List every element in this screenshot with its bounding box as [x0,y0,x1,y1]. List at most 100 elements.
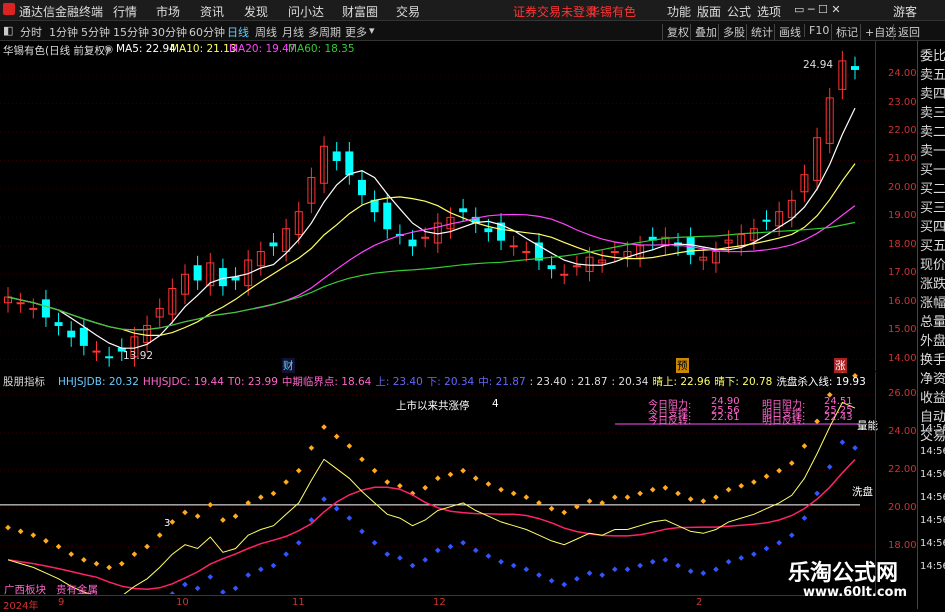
tab-period-more[interactable]: 更多 [345,24,367,40]
collapse-icon[interactable]: ◧ [3,24,13,37]
channel-upper-dot [738,483,745,489]
side-panel-label: 卖四 [920,87,945,102]
channel-lower-dot [258,566,264,573]
menu-item-layout[interactable]: 版面 [697,3,721,20]
channel-lower-dot [333,505,340,512]
indicator-tick-label: 18.00 [888,539,917,551]
channel-lower-dot [283,551,289,557]
tab-period-intraday[interactable]: 分时 [20,24,42,40]
channel-lower-dot [662,557,669,563]
menu-item-news[interactable]: 资讯 [200,3,224,20]
event-marker-rise[interactable]: 涨 [834,358,847,373]
menu-item-quotes[interactable]: 行情 [113,3,137,20]
channel-upper-dot [839,372,846,373]
channel-upper-dot [397,483,403,489]
legend-ma5: MA5: 22.94 [116,43,176,55]
chevron-down-icon[interactable]: ▾ [369,24,375,37]
window-controls-icon[interactable]: ▭ ─ ☐ ✕ [794,3,841,16]
tab-period-1min[interactable]: 1分钟 [49,24,78,40]
candle-body [67,330,76,338]
legend-ma60: MA60: 18.35 [288,43,355,55]
menu-item-wealth[interactable]: 财富圈 [342,3,378,20]
channel-upper-dot [295,467,302,474]
price-tick-label: 22.00 [888,125,917,137]
tab-period-30min[interactable]: 30分钟 [151,24,187,40]
channel-upper-dot [649,486,656,493]
adjust-button[interactable]: 复权 [662,24,689,40]
trade-login-warning[interactable]: 证券交易未登录 [513,3,597,20]
tab-period-monthly[interactable]: 月线 [282,24,304,40]
channel-lower-dot [498,558,504,565]
price-axis: 24.00 23.00 22.00 21.00 20.00 19.00 18.00 17.00… [875,41,918,371]
side-time-label: 14:56 [920,561,945,572]
menu-item-formula[interactable]: 公式 [727,3,751,20]
channel-lower-dot [675,562,681,569]
channel-lower-dot [359,528,365,535]
high-price-annotation: 24.94 [803,59,834,71]
channel-lower-dot [801,515,808,521]
multi-stock-button[interactable]: 多股 [718,24,745,40]
event-marker-finance[interactable]: 财 [282,358,295,373]
channel-upper-dot [384,479,391,485]
event-marker-forecast[interactable]: 预 [676,358,689,373]
candle-body [105,356,114,359]
mark-button[interactable]: 标记 [831,24,858,40]
f10-button[interactable]: F10 [804,24,829,37]
menu-item-ask[interactable]: 问小达 [288,3,324,20]
channel-upper-dot [359,456,365,463]
channel-upper-dot [68,551,75,557]
channel-upper-dot [194,513,201,520]
current-stock-name: 华锡有色 [588,5,637,19]
menu-item-options[interactable]: 选项 [757,3,781,20]
tab-period-60min[interactable]: 60分钟 [189,24,225,40]
menu-item-market[interactable]: 市场 [156,3,180,20]
side-panel-label: 买三 [920,201,945,216]
tab-period-15min[interactable]: 15分钟 [113,24,149,40]
legend-ma10: MA10: 21.13 [170,43,237,55]
channel-upper-dot [333,433,340,440]
tab-period-5min[interactable]: 5分钟 [81,24,110,40]
price-tick-label: 18.00 [888,238,917,250]
indicator-legend-item: 上: 23.40 [375,376,423,388]
clear-upper-line [7,401,856,594]
legend-toggle-icon[interactable]: ◉ [104,43,113,55]
indicator-tick-label: 20.00 [888,501,917,513]
tab-period-daily[interactable]: 日线 [227,24,249,40]
channel-lower-dot [220,589,226,594]
indicator-legend-item: 下: 20.34 [426,376,475,388]
candle-body [92,350,101,353]
menu-item-function[interactable]: 功能 [667,3,691,20]
channel-lower-dot [194,585,201,592]
menu-item-trade[interactable]: 交易 [396,3,420,20]
stats-button[interactable]: 统计 [746,24,773,40]
tab-period-multi[interactable]: 多周期 [308,24,341,40]
add-watchlist-button[interactable]: +自选 [860,24,896,40]
back-button[interactable]: 返回 [893,24,920,40]
channel-upper-dot [548,505,555,512]
tab-period-weekly[interactable]: 周线 [255,24,277,40]
indicator-legend: HHJSJDB: 20.32 HHJSJDC: 19.44 T0: 23.99 中期临… [58,374,870,389]
guest-label[interactable]: 游客 [893,3,917,20]
app-title: 通达信金融终端 [19,5,104,19]
channel-lower-dot [232,585,239,592]
indicator-legend-item: HHJSJDC: 19.44 [142,376,224,388]
side-panel-label: 买五 [920,239,945,254]
overlay-button[interactable]: 叠加 [690,24,717,40]
side-panel-label: 现价 [920,258,945,273]
channel-lower-dot [460,539,466,546]
channel-lower-dot [397,555,403,561]
channel-lower-dot [245,572,252,578]
menu-item-discover[interactable]: 发现 [244,3,268,20]
candle-body [16,302,25,305]
side-panel-label: 卖一 [920,144,945,159]
tomorrow-reversal-value: 22.43 [824,412,853,423]
price-tick-label: 16.00 [888,295,917,307]
price-tick-label: 17.00 [888,267,917,279]
candle-body [218,268,227,287]
kline-chart[interactable] [0,41,875,371]
draw-line-button[interactable]: 画线 [774,24,801,40]
channel-lower-dot [700,570,707,576]
side-panel-label: 卖三 [920,106,945,121]
side-panel-label: 买一 [920,163,945,178]
time-tick-10: 10 [176,597,189,608]
